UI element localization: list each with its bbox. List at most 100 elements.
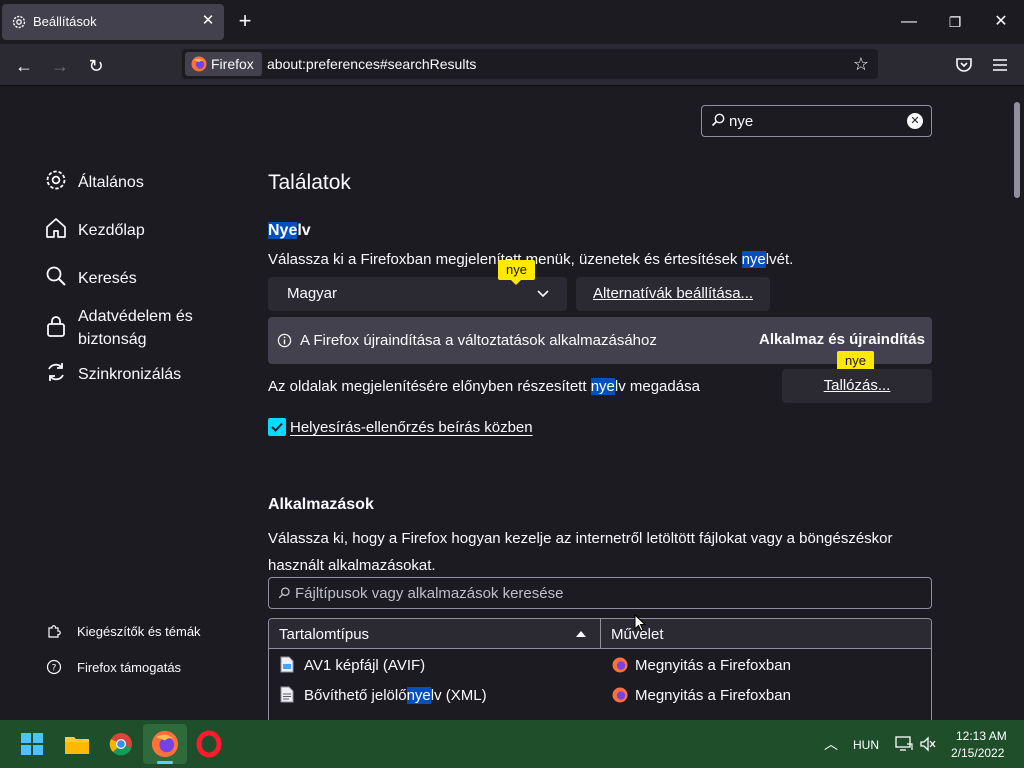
info-icon: [277, 333, 292, 348]
puzzle-piece-icon: [48, 625, 61, 638]
applications-heading: Alkalmazások: [268, 496, 374, 513]
language-heading: Nyelv: [268, 222, 311, 240]
gear-icon: [12, 15, 26, 29]
chrome-icon[interactable]: [105, 728, 137, 760]
restore-button[interactable]: ❐: [932, 8, 978, 36]
search-match-badge: nye: [498, 260, 535, 285]
spellcheck-label[interactable]: Helyesírás-ellenőrzés beírás közben: [290, 419, 533, 436]
table-row[interactable]: Bővíthető jelölőnyelv (XML) Megnyitás a …: [269, 680, 931, 710]
navigation-toolbar: ← → ↻ Firefox about:preferences#searchRe…: [0, 44, 1024, 86]
file-type-filter-input[interactable]: Fájltípusok vagy alkalmazások keresése: [268, 577, 932, 609]
file-explorer-icon[interactable]: [61, 728, 93, 760]
preferences-search-input[interactable]: nye ✕: [701, 105, 932, 137]
scrollbar-thumb[interactable]: [1014, 102, 1020, 198]
sidebar-link-addons[interactable]: Kiegészítők és témák: [46, 622, 216, 642]
bookmark-star-icon[interactable]: ☆: [850, 53, 872, 75]
preferred-language-description: Az oldalak megjelenítésére előnyben rész…: [268, 378, 700, 395]
clock-date[interactable]: 2/15/2022: [951, 746, 1004, 760]
action-label: Megnyitás a Firefoxban: [635, 657, 791, 674]
desc-text: Válassza ki, hogy a Firefox hogyan kezel…: [268, 530, 893, 547]
column-header-content-type[interactable]: Tartalomtípus: [269, 619, 601, 649]
search-highlight: Nye: [268, 222, 298, 239]
close-tab-icon[interactable]: ✕: [200, 13, 216, 29]
choose-languages-button[interactable]: Tallózás...: [782, 369, 932, 403]
active-app-indicator: [157, 761, 173, 764]
action-label: Megnyitás a Firefoxban: [635, 687, 791, 704]
desc-text: lv megadása: [614, 378, 700, 395]
search-match-badge: nye: [837, 351, 874, 376]
desc-text: Az oldalak megjelenítésére előnyben rész…: [268, 378, 591, 395]
sidebar-item-label: Keresés: [78, 270, 137, 287]
tab-strip: Beállítások ✕ + — ❐ ✕: [0, 0, 1024, 44]
heading-text: lv: [297, 222, 311, 239]
hamburger-menu-icon[interactable]: [992, 57, 1008, 73]
tab-preferences[interactable]: Beállítások ✕: [2, 4, 224, 40]
button-label: Alternatívák beállítása...: [592, 285, 754, 302]
opera-icon[interactable]: [193, 728, 225, 760]
restart-notification-bar: A Firefox újraindítása a változtatások a…: [268, 317, 932, 364]
clear-search-icon[interactable]: ✕: [907, 113, 923, 129]
input-language[interactable]: HUN: [853, 738, 879, 752]
type-text: Bővíthető jelölő: [304, 687, 407, 704]
clock-time[interactable]: 12:13 AM: [956, 729, 1007, 743]
filter-placeholder: Fájltípusok vagy alkalmazások keresése: [295, 585, 564, 602]
search-highlight: nye: [741, 251, 766, 268]
spellcheck-checkbox[interactable]: [268, 418, 286, 436]
sidebar-item-privacy[interactable]: Adatvédelem és biztonság: [44, 302, 214, 350]
window-close-button[interactable]: ✕: [978, 8, 1024, 36]
sidebar-link-label: Firefox támogatás: [77, 660, 182, 675]
svg-text:?: ?: [52, 664, 57, 674]
minimize-button[interactable]: —: [886, 8, 932, 36]
content-type-label: Bővíthető jelölőnyelv (XML): [304, 687, 487, 704]
forward-button[interactable]: →: [46, 52, 74, 80]
reload-button[interactable]: ↻: [82, 52, 110, 80]
sidebar-item-home[interactable]: Kezdőlap: [44, 216, 224, 244]
identity-box[interactable]: Firefox: [185, 52, 262, 76]
sidebar-item-label: Adatvédelem és biztonság: [78, 308, 193, 348]
sidebar-link-support[interactable]: ? Firefox támogatás: [46, 658, 216, 678]
sidebar-item-label: Általános: [78, 174, 144, 191]
gear-icon: [46, 170, 66, 190]
table-row[interactable]: AV1 képfájl (AVIF) Megnyitás a Firefoxba…: [269, 650, 931, 680]
identity-label: Firefox: [211, 56, 254, 72]
sort-ascending-icon: [576, 631, 586, 637]
pocket-icon[interactable]: [955, 56, 973, 74]
file-document-icon: [280, 686, 294, 703]
button-label: Tallózás...: [823, 377, 891, 394]
search-value: nye: [729, 113, 754, 130]
sync-icon: [48, 363, 64, 381]
back-button[interactable]: ←: [10, 52, 38, 80]
page-title: Találatok: [268, 171, 351, 194]
firefox-taskbar-button[interactable]: [143, 724, 187, 764]
help-icon: ?: [46, 659, 62, 675]
desc-text: lvét.: [765, 251, 794, 268]
search-highlight: nye: [406, 687, 431, 704]
sidebar-item-search[interactable]: Keresés: [44, 264, 224, 292]
network-icon[interactable]: [895, 736, 913, 752]
search-icon: [711, 113, 725, 127]
url-bar[interactable]: Firefox about:preferences#searchResults …: [182, 49, 878, 79]
sidebar-link-label: Kiegészítők és témák: [77, 624, 201, 639]
sidebar-item-label: Kezdőlap: [78, 222, 145, 239]
home-icon: [46, 218, 66, 238]
firefox-logo-icon: [191, 56, 207, 72]
sidebar-item-general[interactable]: Általános: [44, 168, 224, 196]
volume-muted-icon[interactable]: [919, 736, 937, 752]
chevron-down-icon: [537, 290, 549, 298]
alternative-languages-button[interactable]: Alternatívák beállítása...: [576, 277, 770, 311]
desc-text: használt alkalmazásokat.: [268, 557, 436, 574]
mouse-cursor-icon: [634, 614, 646, 632]
content-type-label: AV1 képfájl (AVIF): [304, 657, 426, 674]
url-text[interactable]: about:preferences#searchResults: [267, 56, 476, 72]
windows-start-icon[interactable]: [16, 728, 48, 760]
search-icon: [46, 266, 66, 286]
column-header-action[interactable]: Művelet: [601, 619, 931, 649]
new-tab-button[interactable]: +: [234, 10, 256, 32]
sidebar-item-sync[interactable]: Szinkronizálás: [44, 360, 224, 388]
chevron-up-icon[interactable]: ︿: [824, 734, 838, 754]
language-select[interactable]: Magyar: [268, 277, 567, 311]
applications-description: Válassza ki, hogy a Firefox hogyan kezel…: [268, 525, 932, 579]
firefox-logo-icon: [612, 657, 628, 673]
firefox-logo-icon: [612, 687, 628, 703]
type-text: lv (XML): [430, 687, 487, 704]
